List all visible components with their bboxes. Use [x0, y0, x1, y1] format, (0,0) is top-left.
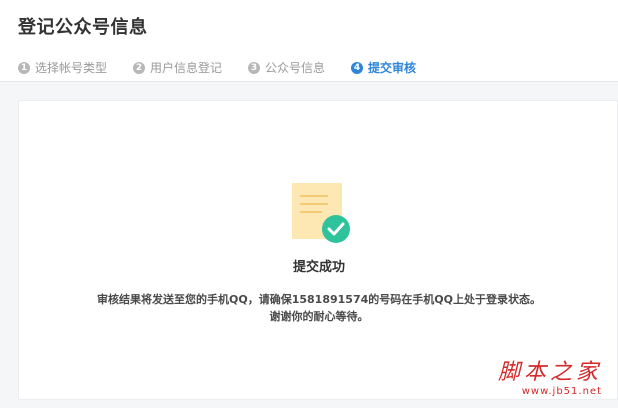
step-1: 1 选择帐号类型: [18, 60, 107, 76]
step-number-badge: 3: [248, 62, 261, 74]
step-number-badge: 2: [133, 62, 146, 74]
step-label: 公众号信息: [265, 61, 326, 75]
result-title: 提交成功: [292, 260, 345, 275]
site-watermark: 脚本之家 www.jb51.net: [498, 360, 602, 398]
page-title: 登记公众号信息: [18, 17, 148, 38]
result-description-line-1: 审核结果将发送至您的手机QQ，请确保1581891574的号码在手机QQ上处于登…: [97, 293, 541, 306]
step-number-badge: 4: [351, 62, 364, 74]
result-description-line-2: 谢谢你的耐心等待。: [269, 310, 369, 323]
step-4-active: 4 提交审核: [351, 60, 416, 76]
result-description: 审核结果将发送至您的手机QQ，请确保1581891574的号码在手机QQ上处于登…: [19, 291, 618, 325]
page-header: 登记公众号信息 1 选择帐号类型 2 用户信息登记 3 公众号信息 4 提交审核: [0, 0, 618, 82]
step-label: 选择帐号类型: [35, 61, 108, 75]
step-2: 2 用户信息登记: [133, 60, 222, 76]
step-indicator: 1 选择帐号类型 2 用户信息登记 3 公众号信息 4 提交审核: [18, 60, 442, 76]
step-label: 提交审核: [368, 61, 417, 75]
step-3: 3 公众号信息: [248, 60, 325, 76]
watermark-logo-text: 脚本之家: [497, 360, 602, 385]
step-label: 用户信息登记: [150, 61, 223, 75]
step-number-badge: 1: [18, 62, 30, 74]
result-card: 提交成功 审核结果将发送至您的手机QQ，请确保1581891574的号码在手机Q…: [18, 100, 618, 400]
page: 登记公众号信息 1 选择帐号类型 2 用户信息登记 3 公众号信息 4 提交审核: [0, 0, 618, 408]
success-document-icon: [292, 183, 350, 243]
watermark-url: www.jb51.net: [521, 386, 602, 397]
